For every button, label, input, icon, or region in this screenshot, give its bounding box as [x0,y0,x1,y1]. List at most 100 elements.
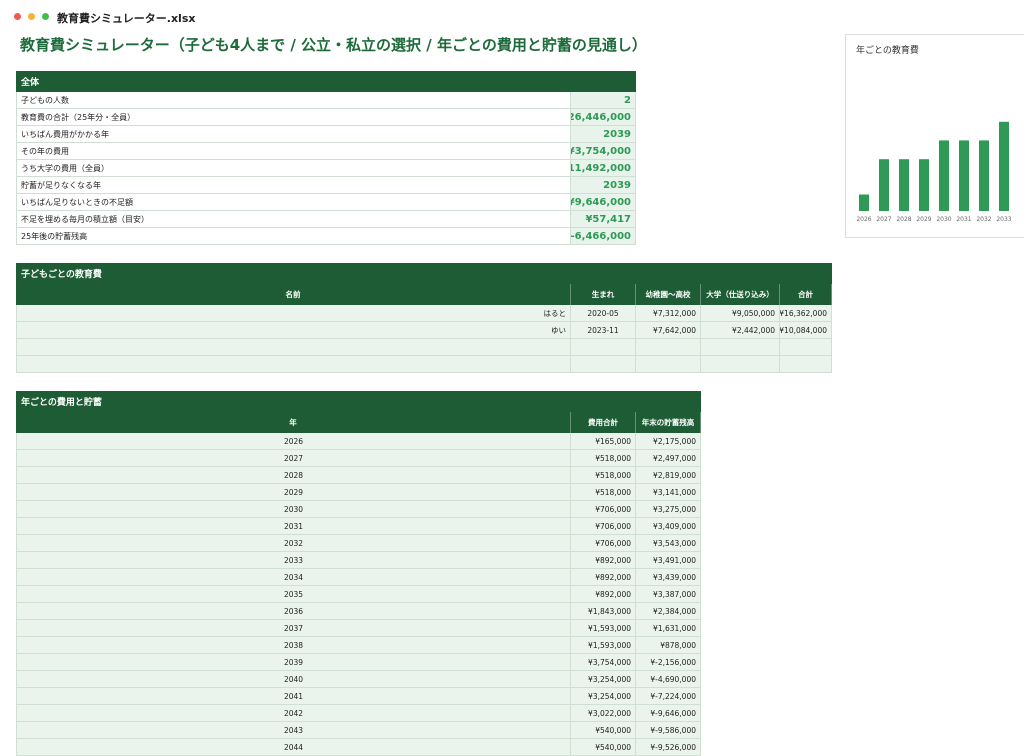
table-cell[interactable]: 2044 [16,739,571,756]
table-cell[interactable]: 2040 [16,671,571,688]
table-cell[interactable]: 2033 [16,552,571,569]
summary-value[interactable]: ¥26,446,000 [571,109,636,126]
table-cell[interactable]: ¥16,362,000 [780,305,832,322]
table-cell[interactable]: ¥3,254,000 [571,688,636,705]
table-cell[interactable]: ¥892,000 [571,552,636,569]
chart-bar-2033[interactable] [999,121,1009,211]
table-cell[interactable]: 2027 [16,450,571,467]
table-cell[interactable] [16,339,571,356]
summary-label[interactable]: 教育費の合計（25年分・全員） [16,109,571,126]
chart-bar-2026[interactable] [859,194,869,212]
table-cell[interactable]: 2036 [16,603,571,620]
column-header[interactable]: 生まれ [571,284,636,305]
table-cell[interactable]: ¥1,843,000 [571,603,636,620]
table-cell[interactable]: ¥-7,224,000 [636,688,701,705]
chart-bar-2030[interactable] [939,140,949,211]
table-cell[interactable]: ¥706,000 [571,518,636,535]
table-cell[interactable]: ¥1,593,000 [571,637,636,654]
summary-value[interactable]: 2039 [571,177,636,194]
table-cell[interactable]: ¥3,141,000 [636,484,701,501]
column-header[interactable]: 年末の貯蓄残高 [636,412,701,433]
table-cell[interactable]: ¥518,000 [571,484,636,501]
column-header[interactable]: 費用合計 [571,412,636,433]
table-cell[interactable] [780,356,832,373]
table-cell[interactable] [571,339,636,356]
table-cell[interactable]: はると [16,305,571,322]
table-cell[interactable]: 2026 [16,433,571,450]
table-cell[interactable]: ゆい [16,322,571,339]
table-cell[interactable]: ¥165,000 [571,433,636,450]
chart-bar-2028[interactable] [899,159,909,211]
table-cell[interactable]: ¥3,754,000 [571,654,636,671]
summary-label[interactable]: 子どもの人数 [16,92,571,109]
table-cell[interactable]: 2032 [16,535,571,552]
table-cell[interactable] [16,356,571,373]
column-header[interactable]: 合計 [780,284,832,305]
column-header[interactable]: 年 [16,412,571,433]
table-cell[interactable] [701,339,780,356]
table-cell[interactable]: ¥540,000 [571,722,636,739]
table-cell[interactable]: 2023-11 [571,322,636,339]
summary-value[interactable]: ¥3,754,000 [571,143,636,160]
summary-value[interactable]: ¥11,492,000 [571,160,636,177]
summary-label[interactable]: うち大学の費用（全員） [16,160,571,177]
table-cell[interactable]: ¥10,084,000 [780,322,832,339]
table-cell[interactable]: ¥706,000 [571,535,636,552]
table-cell[interactable]: ¥9,050,000 [701,305,780,322]
table-cell[interactable]: ¥892,000 [571,569,636,586]
table-cell[interactable] [571,356,636,373]
table-cell[interactable]: ¥3,543,000 [636,535,701,552]
chart-bar-2032[interactable] [979,140,989,211]
table-cell[interactable]: 2034 [16,569,571,586]
table-cell[interactable]: ¥3,491,000 [636,552,701,569]
table-cell[interactable]: 2039 [16,654,571,671]
summary-label[interactable]: 貯蓄が足りなくなる年 [16,177,571,194]
column-header[interactable]: 名前 [16,284,571,305]
table-cell[interactable] [701,356,780,373]
table-cell[interactable]: 2029 [16,484,571,501]
table-cell[interactable]: ¥540,000 [571,739,636,756]
chart-bar-2027[interactable] [879,159,889,211]
column-header[interactable]: 幼稚園〜高校 [636,284,701,305]
chart-bar-2031[interactable] [959,140,969,211]
table-cell[interactable]: ¥3,254,000 [571,671,636,688]
table-cell[interactable]: 2028 [16,467,571,484]
table-cell[interactable] [780,339,832,356]
summary-label[interactable]: 不足を埋める毎月の積立額（目安） [16,211,571,228]
table-cell[interactable]: 2038 [16,637,571,654]
summary-label[interactable]: 25年後の貯蓄残高 [16,228,571,245]
table-cell[interactable]: ¥878,000 [636,637,701,654]
table-cell[interactable]: ¥-9,526,000 [636,739,701,756]
table-cell[interactable]: ¥3,439,000 [636,569,701,586]
table-cell[interactable]: ¥-4,690,000 [636,671,701,688]
chart-card[interactable]: 年ごとの教育費 2026 2027 2028 2029 2030 2031 2032 2033 [845,34,1024,238]
table-cell[interactable]: ¥3,022,000 [571,705,636,722]
chart-bar-2029[interactable] [919,159,929,211]
summary-label[interactable]: いちばん足りないときの不足額 [16,194,571,211]
table-cell[interactable]: ¥2,497,000 [636,450,701,467]
table-cell[interactable]: 2020-05 [571,305,636,322]
table-cell[interactable]: ¥1,593,000 [571,620,636,637]
summary-value[interactable]: ¥-6,466,000 [571,228,636,245]
table-cell[interactable]: 2030 [16,501,571,518]
table-cell[interactable]: ¥-2,156,000 [636,654,701,671]
table-cell[interactable]: ¥3,275,000 [636,501,701,518]
table-cell[interactable]: ¥3,387,000 [636,586,701,603]
table-cell[interactable]: ¥-9,586,000 [636,722,701,739]
column-header[interactable]: 大学（仕送り込み） [701,284,780,305]
summary-value[interactable]: ¥9,646,000 [571,194,636,211]
table-cell[interactable]: 2035 [16,586,571,603]
table-cell[interactable]: ¥7,312,000 [636,305,701,322]
table-cell[interactable]: ¥-9,646,000 [636,705,701,722]
table-cell[interactable]: 2031 [16,518,571,535]
summary-value[interactable]: ¥57,417 [571,211,636,228]
summary-label[interactable]: いちばん費用がかかる年 [16,126,571,143]
table-cell[interactable] [636,356,701,373]
table-cell[interactable]: ¥3,409,000 [636,518,701,535]
table-cell[interactable]: ¥2,175,000 [636,433,701,450]
table-cell[interactable] [636,339,701,356]
table-cell[interactable]: ¥892,000 [571,586,636,603]
table-cell[interactable]: 2037 [16,620,571,637]
table-cell[interactable]: ¥518,000 [571,450,636,467]
table-cell[interactable]: ¥2,819,000 [636,467,701,484]
